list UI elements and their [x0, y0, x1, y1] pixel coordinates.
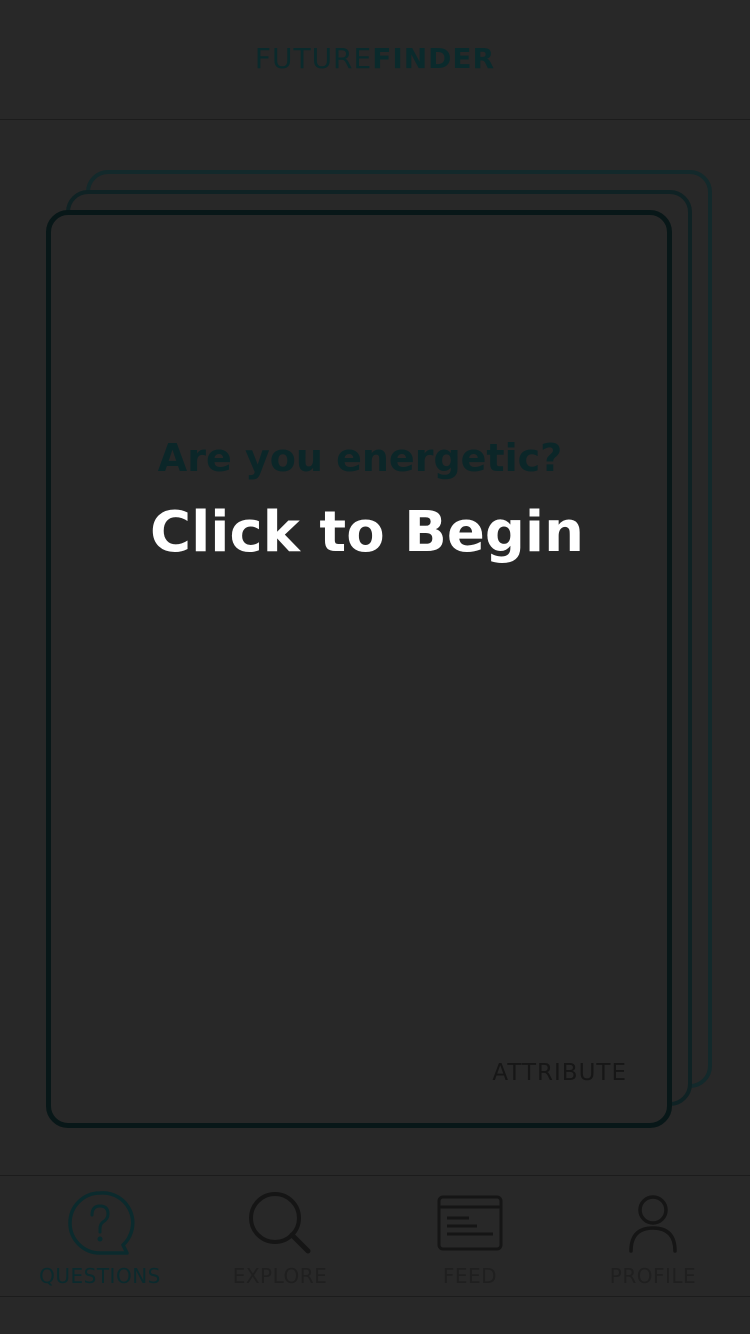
logo-bold-text: FINDER	[372, 42, 496, 75]
app-screen: FUTUREFINDER Are you energetic? Click to…	[0, 0, 750, 1334]
feed-icon	[437, 1195, 503, 1251]
question-text: Are you energetic?	[157, 436, 563, 480]
bottom-tab-bar: QUESTIONS EXPLORE FEED PROFILE	[0, 1175, 750, 1297]
logo-light-text: FUTURE	[254, 42, 373, 75]
person-icon	[629, 1195, 677, 1253]
app-header: FUTUREFINDER	[0, 0, 750, 120]
tab-profile[interactable]: PROFILE	[573, 1176, 733, 1296]
tab-questions[interactable]: QUESTIONS	[20, 1176, 180, 1296]
app-logo: FUTUREFINDER	[0, 42, 750, 75]
card-category-label: ATTRIBUTE	[492, 1060, 627, 1086]
click-to-begin-button[interactable]: Click to Begin	[0, 500, 734, 565]
question-bubble-icon	[68, 1191, 135, 1255]
search-icon	[249, 1192, 311, 1254]
tab-feed-label: FEED	[442, 1264, 498, 1288]
tab-explore-label: EXPLORE	[232, 1264, 328, 1288]
tab-questions-label: QUESTIONS	[39, 1264, 161, 1288]
tab-feed[interactable]: FEED	[390, 1176, 550, 1296]
tab-explore[interactable]: EXPLORE	[200, 1176, 360, 1296]
question-card[interactable]	[46, 210, 672, 1128]
tab-profile-label: PROFILE	[609, 1264, 697, 1288]
